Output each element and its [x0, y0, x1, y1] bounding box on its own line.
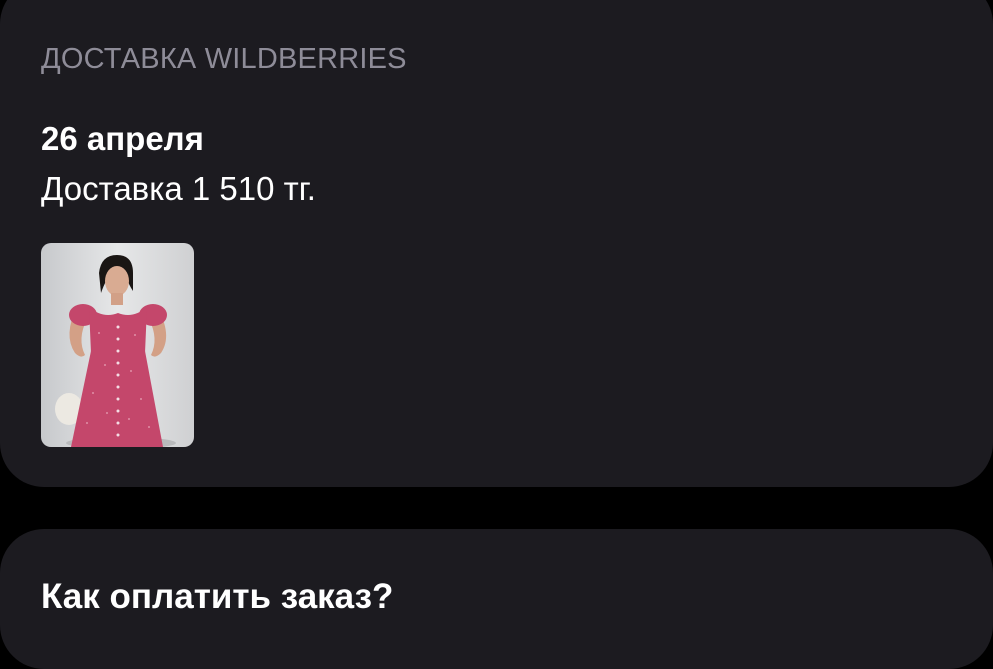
product-thumbnail[interactable] — [41, 243, 194, 447]
payment-question-title: Как оплатить заказ? — [41, 577, 394, 616]
delivery-section-title: ДОСТАВКА WILDBERRIES — [41, 43, 407, 75]
payment-card[interactable]: Как оплатить заказ? — [0, 529, 993, 669]
delivery-cost: Доставка 1 510 тг. — [41, 170, 316, 207]
delivery-card: ДОСТАВКА WILDBERRIES 26 апреля Доставка … — [0, 0, 993, 487]
delivery-date: 26 апреля — [41, 120, 204, 157]
pink-dress-photo — [55, 255, 176, 447]
